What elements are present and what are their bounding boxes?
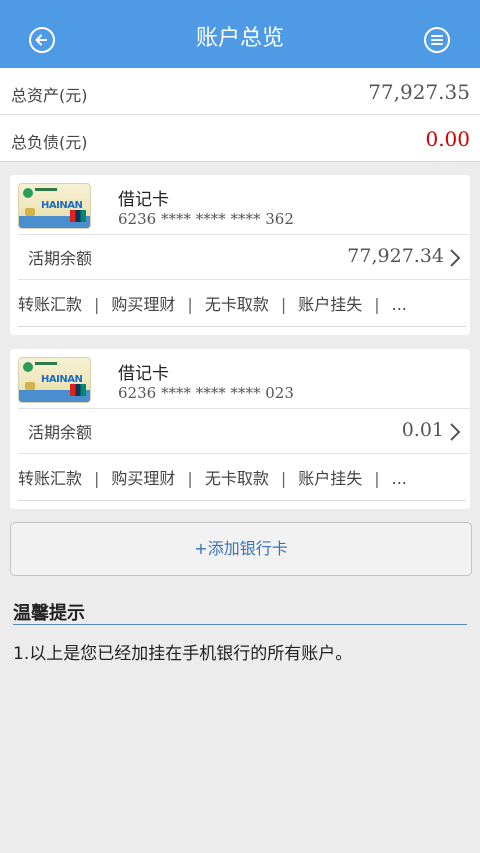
card-chip-icon <box>25 382 35 390</box>
card-number: 6236 **** **** **** 023 <box>118 384 294 402</box>
total-liabilities-label: 总负债(元) <box>11 133 88 152</box>
chevron-right-icon[interactable] <box>448 421 462 443</box>
tips-title: 温馨提示 <box>13 603 85 624</box>
separator: | <box>187 295 193 314</box>
divider <box>18 326 466 327</box>
total-liabilities-row: 总负债(元) 0.00 <box>0 115 480 162</box>
balance-label: 活期余额 <box>28 423 93 442</box>
total-assets-row: 总资产(元) 77,927.35 <box>0 68 480 115</box>
card-type: 借记卡 <box>118 364 169 384</box>
card-actions: 转账汇款 | 购买理财 | 无卡取款 | 账户挂失 |... <box>18 291 407 315</box>
card-chip-icon <box>25 208 35 216</box>
total-liabilities-value: 0.00 <box>425 127 470 151</box>
divider <box>18 453 470 454</box>
bank-name-mark <box>35 362 57 365</box>
separator: | <box>280 469 287 488</box>
bank-card-image: HAINAN <box>18 183 91 229</box>
card-actions: 转账汇款 | 购买理财 | 无卡取款 | 账户挂失 |... <box>18 465 407 489</box>
total-assets-label: 总资产(元) <box>11 86 88 105</box>
add-bank-card-button[interactable]: +添加银行卡 <box>10 522 472 576</box>
separator: | <box>280 295 287 314</box>
separator: | <box>187 469 193 488</box>
cardless-withdraw-button[interactable]: 无卡取款 <box>205 465 269 489</box>
unionpay-logo-icon <box>70 210 86 222</box>
separator: | <box>94 469 100 488</box>
account-card: HAINAN 借记卡 6236 **** **** **** 023 活期余额 … <box>10 349 470 509</box>
unionpay-logo-icon <box>70 384 86 396</box>
menu-icon <box>431 35 443 45</box>
card-number: 6236 **** **** **** 362 <box>118 210 294 228</box>
bank-name-mark <box>35 188 57 191</box>
tips-divider <box>13 624 467 625</box>
more-button[interactable]: ... <box>392 295 407 314</box>
page-title: 账户总览 <box>195 26 284 51</box>
separator: | <box>374 469 380 488</box>
balance-value: 77,927.34 <box>347 245 444 267</box>
buy-wealth-button[interactable]: 购买理财 <box>111 465 175 489</box>
transfer-button[interactable]: 转账汇款 <box>18 465 82 489</box>
account-summary: 总资产(元) 77,927.35 总负债(元) 0.00 <box>0 68 480 162</box>
divider <box>18 279 470 280</box>
buy-wealth-button[interactable]: 购买理财 <box>111 291 175 315</box>
report-loss-button[interactable]: 账户挂失 <box>298 465 362 489</box>
transfer-button[interactable]: 转账汇款 <box>18 291 82 315</box>
cardless-withdraw-button[interactable]: 无卡取款 <box>205 291 269 315</box>
separator: | <box>94 295 100 314</box>
tips-item: 1.以上是您已经加挂在手机银行的所有账户。 <box>13 644 353 664</box>
bank-card-image: HAINAN <box>18 357 91 403</box>
divider <box>18 500 466 501</box>
account-card: HAINAN 借记卡 6236 **** **** **** 362 活期余额 … <box>10 175 470 335</box>
more-button[interactable]: ... <box>392 469 407 488</box>
bank-logo-icon <box>23 362 33 372</box>
balance-value: 0.01 <box>401 419 444 441</box>
divider <box>18 408 470 409</box>
chevron-right-icon[interactable] <box>448 247 462 269</box>
card-type: 借记卡 <box>118 190 169 210</box>
report-loss-button[interactable]: 账户挂失 <box>298 291 362 315</box>
bank-logo-icon <box>23 188 33 198</box>
divider <box>18 234 470 235</box>
total-assets-value: 77,927.35 <box>368 80 470 104</box>
balance-label: 活期余额 <box>28 249 93 268</box>
app-header: 账户总览 <box>0 0 480 68</box>
separator: | <box>374 295 380 314</box>
menu-button[interactable] <box>424 27 450 53</box>
